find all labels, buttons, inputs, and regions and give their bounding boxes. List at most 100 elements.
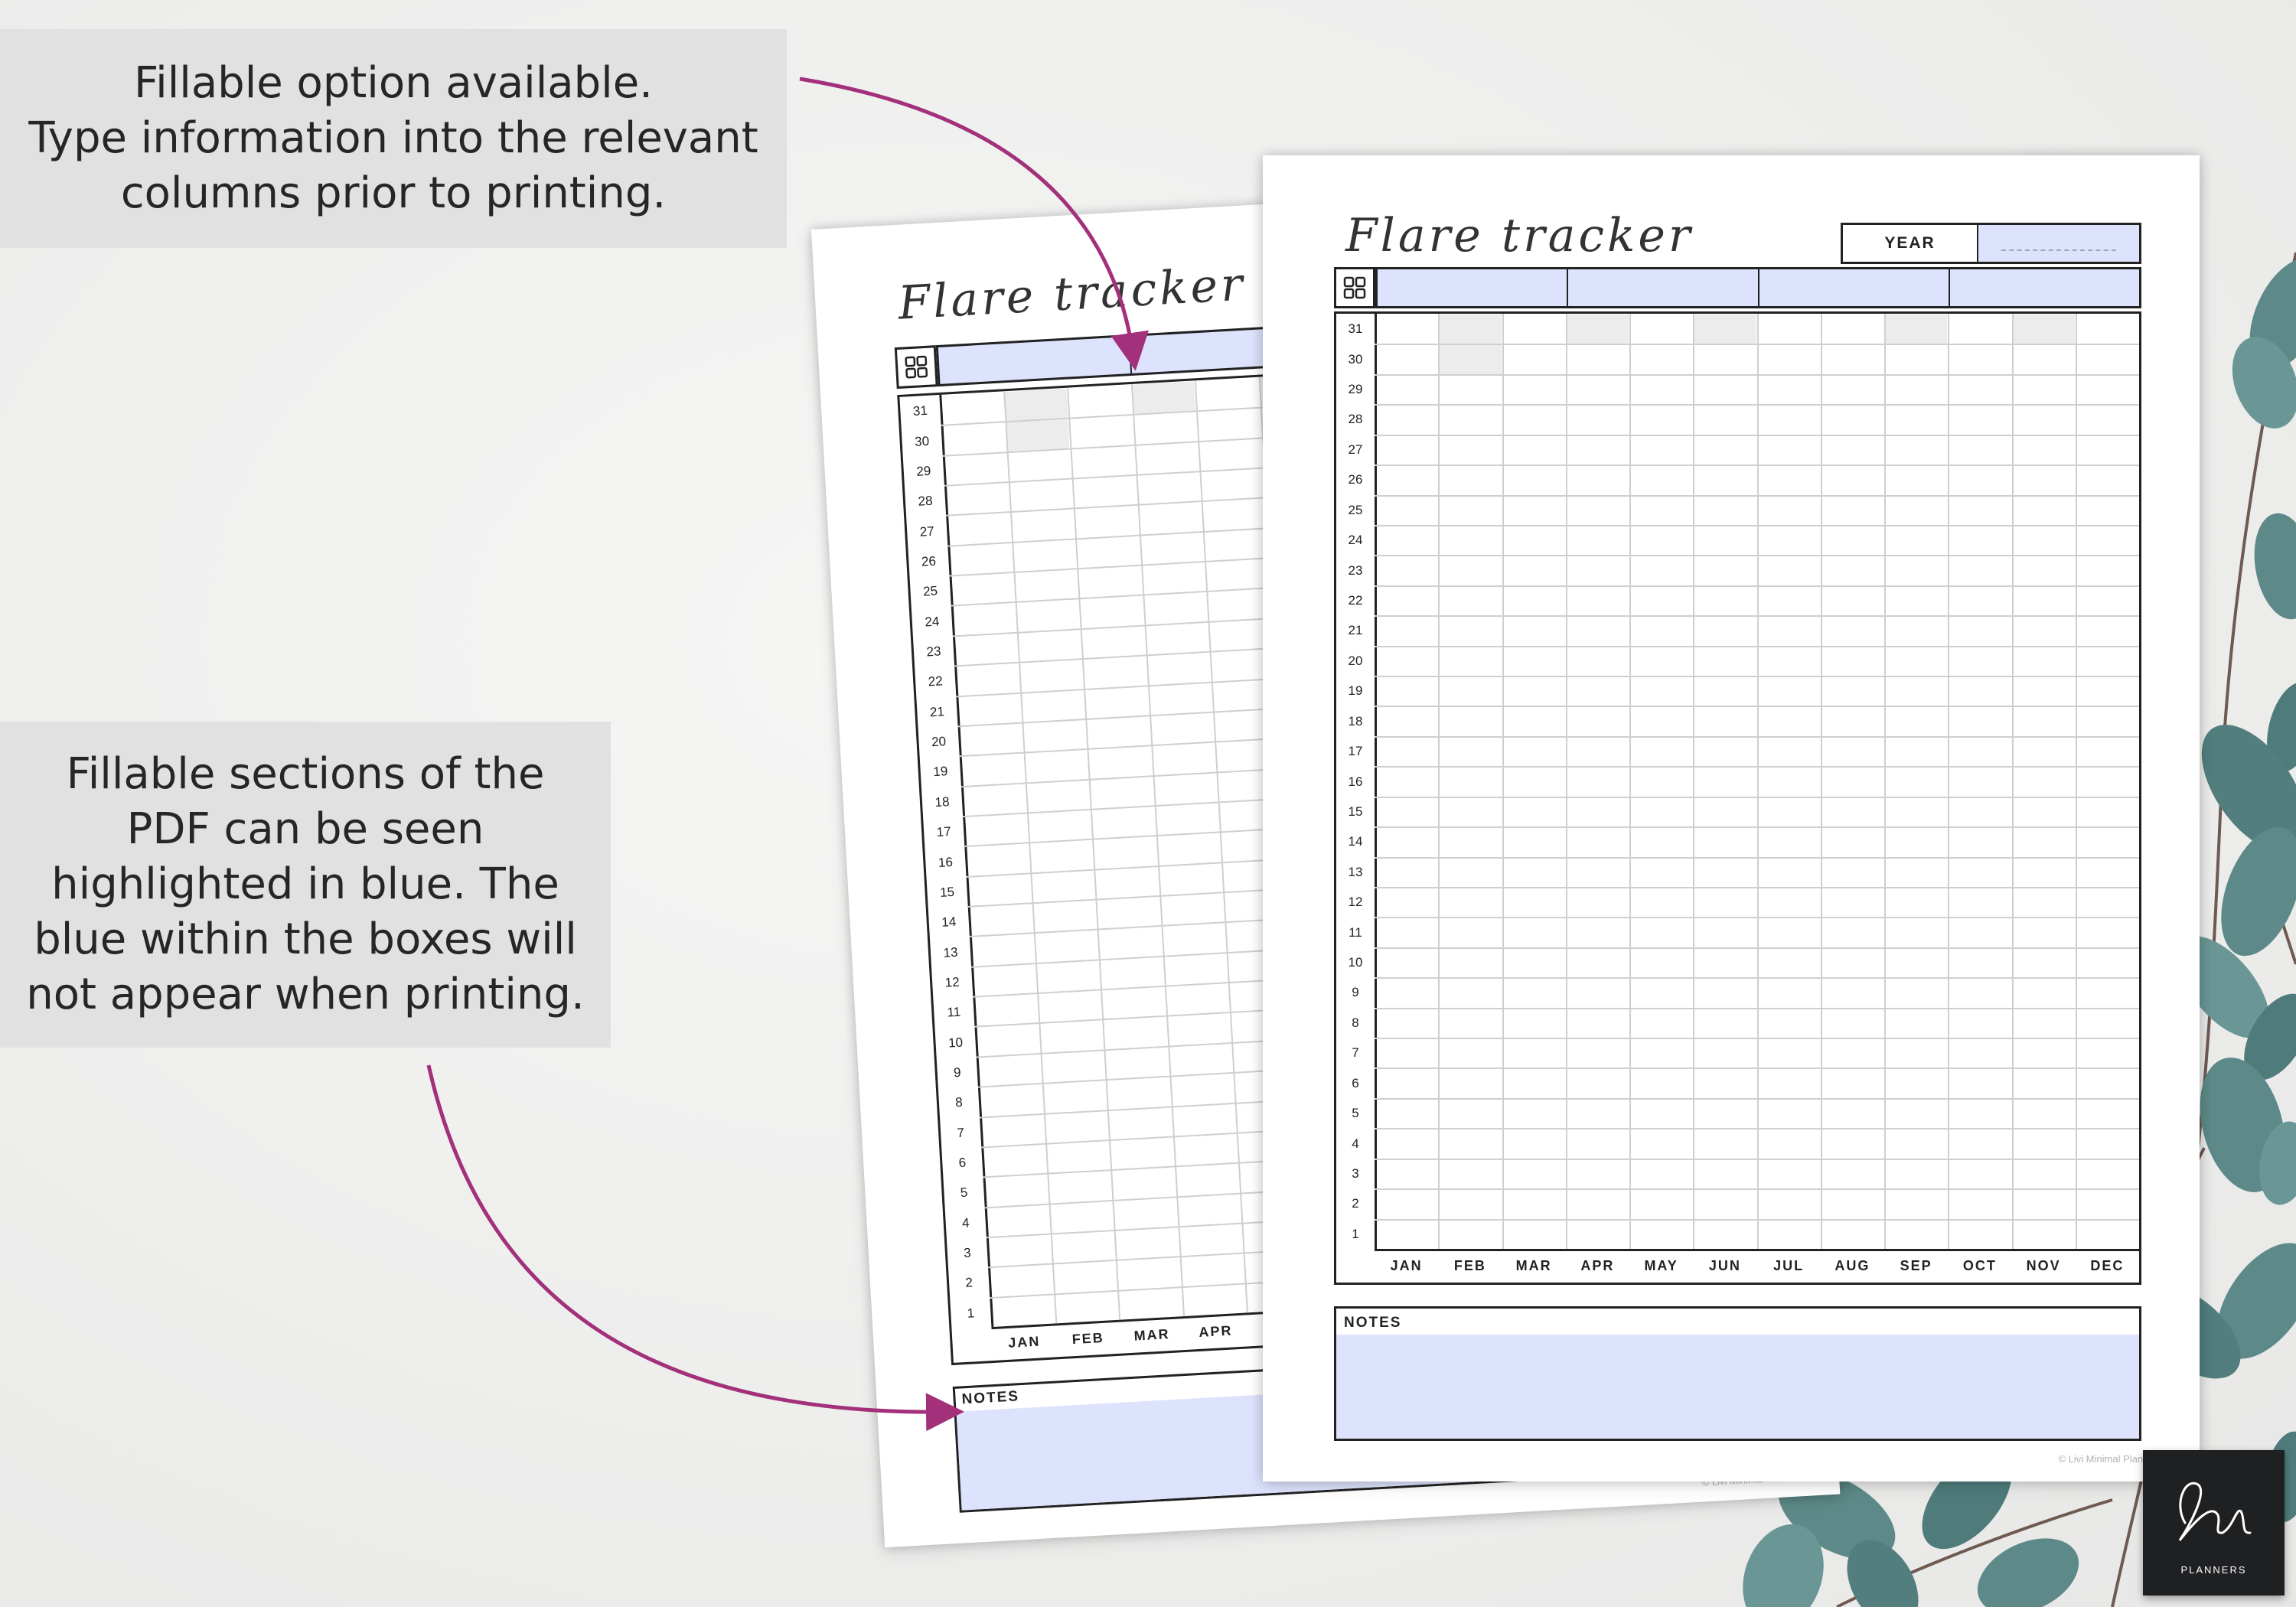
category-input[interactable] bbox=[1950, 269, 2139, 306]
category-input[interactable] bbox=[1378, 269, 1569, 306]
planner-page-front: Flare tracker YEAR JAN FEB MAR APR MAY JUN JUL… bbox=[1263, 155, 2200, 1482]
unused-day-cell bbox=[1440, 315, 1502, 344]
callout-line: highlighted in blue. The bbox=[51, 859, 559, 909]
day-label: 1 bbox=[1352, 1226, 1359, 1241]
notes-label: NOTES bbox=[961, 1388, 1020, 1408]
day-label: 29 bbox=[915, 463, 931, 479]
day-label: 29 bbox=[1348, 382, 1363, 397]
day-label: 18 bbox=[1348, 713, 1363, 729]
logo-text: PLANNERS bbox=[2180, 1564, 2247, 1576]
category-input[interactable] bbox=[1568, 269, 1760, 306]
day-label: 1 bbox=[967, 1305, 975, 1321]
month-label: JAN bbox=[1390, 1258, 1423, 1273]
day-label: 6 bbox=[1352, 1075, 1359, 1090]
year-input[interactable] bbox=[1978, 225, 2139, 262]
day-label: 28 bbox=[1348, 412, 1363, 427]
callout-line: columns prior to printing. bbox=[120, 168, 667, 218]
unused-day-cell bbox=[2013, 315, 2075, 344]
day-label: 20 bbox=[931, 734, 947, 750]
day-label: 11 bbox=[947, 1004, 961, 1020]
day-label: 19 bbox=[1348, 683, 1363, 699]
day-label: 7 bbox=[956, 1125, 965, 1140]
category-fields bbox=[1375, 267, 2141, 308]
category-header-row bbox=[1334, 267, 2141, 308]
day-label: 27 bbox=[919, 523, 935, 539]
month-label: FEB bbox=[1071, 1329, 1105, 1348]
day-label: 10 bbox=[1348, 955, 1363, 970]
month-label: MAR bbox=[1133, 1326, 1171, 1344]
day-label: 18 bbox=[934, 794, 950, 810]
year-label: YEAR bbox=[1843, 225, 1978, 262]
category-input[interactable] bbox=[938, 336, 1132, 384]
day-label: 30 bbox=[914, 433, 930, 449]
day-label: 17 bbox=[1348, 744, 1363, 759]
day-label: 21 bbox=[1348, 623, 1363, 638]
planner-title: Flare tracker bbox=[1345, 209, 1694, 262]
unused-day-cell bbox=[1006, 419, 1070, 451]
month-label: DEC bbox=[2090, 1258, 2125, 1273]
day-label: 16 bbox=[1348, 774, 1363, 789]
day-label: 12 bbox=[1348, 895, 1363, 910]
month-label: MAY bbox=[1644, 1258, 1678, 1273]
day-label: 5 bbox=[960, 1185, 968, 1201]
grid-2x2-icon bbox=[894, 345, 938, 390]
day-label: 14 bbox=[1348, 834, 1363, 849]
day-label: 9 bbox=[953, 1064, 962, 1081]
day-label: 16 bbox=[938, 854, 954, 870]
day-label: 17 bbox=[936, 824, 952, 840]
grid-2x2-icon bbox=[1334, 267, 1375, 308]
day-label: 31 bbox=[912, 403, 928, 419]
day-label: 23 bbox=[926, 644, 942, 660]
year-box: YEAR bbox=[1841, 223, 2141, 264]
callout-line: not appear when printing. bbox=[26, 970, 585, 1019]
day-label: 23 bbox=[1348, 562, 1363, 578]
day-label: 8 bbox=[954, 1095, 964, 1110]
day-label: 15 bbox=[939, 884, 955, 900]
callout-line: Type information into the relevant bbox=[28, 113, 758, 163]
callout-fillable-sections: Fillable sections of the PDF can be seen… bbox=[0, 722, 611, 1048]
day-label: 2 bbox=[964, 1275, 974, 1291]
day-label: 2 bbox=[1352, 1196, 1359, 1211]
day-label: 22 bbox=[1348, 592, 1363, 608]
unused-day-cell bbox=[1694, 315, 1756, 344]
day-label: 19 bbox=[932, 764, 948, 780]
day-label: 21 bbox=[929, 704, 945, 720]
unused-day-cell bbox=[1004, 388, 1068, 422]
day-label: 25 bbox=[922, 583, 938, 599]
callout-line: blue within the boxes will bbox=[34, 914, 577, 964]
day-label: 25 bbox=[1348, 502, 1363, 517]
day-label: 22 bbox=[928, 673, 944, 689]
category-input[interactable] bbox=[1760, 269, 1950, 306]
signature-monogram-icon bbox=[2178, 1482, 2252, 1541]
month-label: JAN bbox=[1007, 1333, 1041, 1351]
day-label: 27 bbox=[1348, 442, 1363, 457]
day-label: 11 bbox=[1349, 924, 1362, 940]
month-label: SEP bbox=[1900, 1258, 1932, 1273]
planner-title: Flare tracker bbox=[896, 257, 1247, 331]
day-month-grid: JANFEBMARAPRMAYJUNJULAUGSEPOCTNOVDEC3130… bbox=[1334, 311, 2141, 1285]
day-label: 6 bbox=[958, 1155, 967, 1171]
callout-line: Fillable option available. bbox=[134, 58, 653, 108]
notes-input[interactable] bbox=[1336, 1335, 2139, 1439]
month-label: APR bbox=[1580, 1258, 1615, 1273]
callout-fillable-option: Fillable option available. Type informat… bbox=[0, 29, 787, 248]
day-label: 20 bbox=[1348, 653, 1363, 668]
month-label: OCT bbox=[1962, 1258, 1997, 1273]
day-label: 3 bbox=[1352, 1165, 1359, 1181]
unused-day-cell bbox=[1567, 315, 1629, 344]
month-label: NOV bbox=[2026, 1258, 2061, 1273]
day-label: 26 bbox=[1348, 472, 1363, 487]
day-label: 13 bbox=[943, 944, 958, 960]
day-label: 31 bbox=[1348, 321, 1363, 337]
month-label: JUN bbox=[1708, 1258, 1741, 1273]
day-label: 3 bbox=[963, 1245, 972, 1261]
day-label: 5 bbox=[1352, 1106, 1359, 1121]
month-label: AUG bbox=[1835, 1258, 1870, 1273]
month-label: APR bbox=[1198, 1322, 1233, 1340]
day-label: 30 bbox=[1348, 351, 1363, 367]
day-label: 24 bbox=[1348, 533, 1363, 548]
day-label: 4 bbox=[961, 1215, 970, 1231]
day-label: 12 bbox=[944, 974, 960, 990]
day-label: 8 bbox=[1352, 1015, 1359, 1030]
day-label: 7 bbox=[1352, 1045, 1359, 1061]
